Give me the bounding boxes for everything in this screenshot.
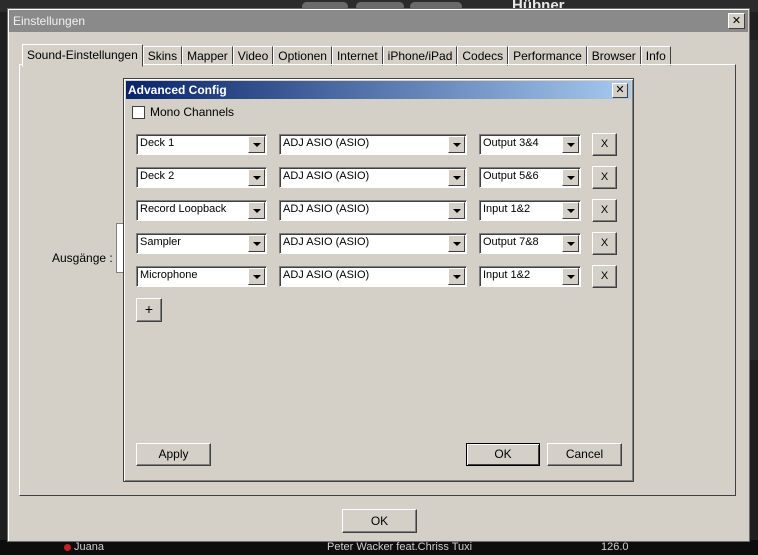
output-select-value: Input 1&2	[483, 203, 531, 215]
remove-row-button[interactable]: X	[592, 166, 617, 189]
tab-iphone-ipad[interactable]: iPhone/iPad	[382, 46, 458, 66]
remove-row-button[interactable]: X	[592, 133, 617, 156]
advanced-config-close-button[interactable]: ✕	[612, 83, 628, 98]
output-select[interactable]: Output 7&8	[479, 233, 581, 254]
tab-options[interactable]: Optionen	[273, 46, 332, 66]
device-select-value: ADJ ASIO (ASIO)	[283, 236, 370, 248]
chevron-down-icon[interactable]	[448, 136, 465, 153]
chevron-down-icon[interactable]	[248, 268, 265, 285]
remove-row-button[interactable]: X	[592, 265, 617, 288]
advanced-config-dialog: Advanced Config ✕ Mono Channels Deck 1 A…	[123, 78, 634, 482]
advanced-config-titlebar: Advanced Config ✕	[126, 81, 631, 99]
remove-row-button[interactable]: X	[592, 199, 617, 222]
channel-select[interactable]: Record Loopback	[136, 200, 267, 221]
channel-select[interactable]: Deck 2	[136, 167, 267, 188]
channel-select[interactable]: Microphone	[136, 266, 267, 287]
remove-row-button[interactable]: X	[592, 232, 617, 255]
chevron-down-icon[interactable]	[448, 169, 465, 186]
output-select-value: Output 3&4	[483, 137, 539, 149]
chevron-down-icon[interactable]	[248, 202, 265, 219]
chevron-down-icon[interactable]	[562, 268, 579, 285]
chevron-down-icon[interactable]	[562, 202, 579, 219]
track-cell-title: Peter Wacker feat.Chriss Tuxi	[327, 541, 473, 553]
device-select[interactable]: ADJ ASIO (ASIO)	[279, 167, 467, 188]
device-select[interactable]: ADJ ASIO (ASIO)	[279, 134, 467, 155]
tab-internet[interactable]: Internet	[331, 46, 383, 66]
mono-channels-checkbox[interactable]	[132, 105, 145, 119]
settings-titlebar: Einstellungen ✕	[9, 10, 748, 32]
tab-video[interactable]: Video	[232, 46, 274, 66]
output-select[interactable]: Output 3&4	[479, 134, 581, 155]
tab-performance[interactable]: Performance	[508, 46, 587, 66]
output-select-value: Input 1&2	[483, 269, 531, 281]
tab-sound-settings[interactable]: Sound-Einstellungen	[22, 44, 143, 67]
channel-select-value: Record Loopback	[140, 203, 227, 215]
chevron-down-icon[interactable]	[248, 136, 265, 153]
mono-channels-label: Mono Channels	[150, 105, 235, 119]
apply-button[interactable]: Apply	[136, 443, 211, 466]
chevron-down-icon[interactable]	[448, 202, 465, 219]
outputs-label: Ausgänge :	[52, 251, 113, 265]
channel-select-value: Deck 2	[140, 170, 175, 182]
advanced-config-title: Advanced Config	[128, 83, 227, 97]
record-dot-icon	[64, 544, 71, 551]
output-select-value: Output 5&6	[483, 170, 539, 182]
chevron-down-icon[interactable]	[248, 235, 265, 252]
device-select-value: ADJ ASIO (ASIO)	[283, 269, 370, 281]
tab-mapper[interactable]: Mapper	[182, 46, 233, 66]
channel-select-value: Sampler	[140, 236, 181, 248]
cancel-button[interactable]: Cancel	[547, 443, 622, 466]
chevron-down-icon[interactable]	[248, 169, 265, 186]
device-select[interactable]: ADJ ASIO (ASIO)	[279, 266, 467, 287]
chevron-down-icon[interactable]	[562, 235, 579, 252]
track-cell-bpm: 126.0	[601, 541, 629, 553]
chevron-down-icon[interactable]	[562, 136, 579, 153]
channel-select-value: Microphone	[140, 269, 198, 281]
device-select-value: ADJ ASIO (ASIO)	[283, 170, 370, 182]
chevron-down-icon[interactable]	[448, 268, 465, 285]
output-select[interactable]: Input 1&2	[479, 266, 581, 287]
settings-close-button[interactable]: ✕	[728, 13, 745, 29]
tab-codecs[interactable]: Codecs	[457, 46, 509, 66]
output-select[interactable]: Output 5&6	[479, 167, 581, 188]
background-track-list: Juana Peter Wacker feat.Chriss Tuxi 126.…	[0, 540, 758, 555]
output-select-value: Output 7&8	[483, 236, 539, 248]
tab-skins[interactable]: Skins	[142, 46, 183, 66]
ok-button[interactable]: OK	[466, 443, 540, 466]
device-select-value: ADJ ASIO (ASIO)	[283, 137, 370, 149]
channel-select[interactable]: Deck 1	[136, 134, 267, 155]
settings-title: Einstellungen	[13, 14, 86, 28]
add-row-button[interactable]: +	[136, 298, 162, 322]
device-select-value: ADJ ASIO (ASIO)	[283, 203, 370, 215]
chevron-down-icon[interactable]	[562, 169, 579, 186]
track-cell-left: Juana	[74, 541, 104, 553]
device-select[interactable]: ADJ ASIO (ASIO)	[279, 233, 467, 254]
chevron-down-icon[interactable]	[448, 235, 465, 252]
tab-browser[interactable]: Browser	[586, 46, 641, 66]
device-select[interactable]: ADJ ASIO (ASIO)	[279, 200, 467, 221]
settings-tabs: Sound-Einstellungen Skins Mapper Video O…	[22, 44, 671, 67]
output-select[interactable]: Input 1&2	[479, 200, 581, 221]
channel-select-value: Deck 1	[140, 137, 175, 149]
tab-info[interactable]: Info	[640, 46, 671, 66]
channel-select[interactable]: Sampler	[136, 233, 267, 254]
settings-ok-button[interactable]: OK	[342, 509, 417, 533]
mono-channels-option: Mono Channels	[132, 105, 234, 119]
